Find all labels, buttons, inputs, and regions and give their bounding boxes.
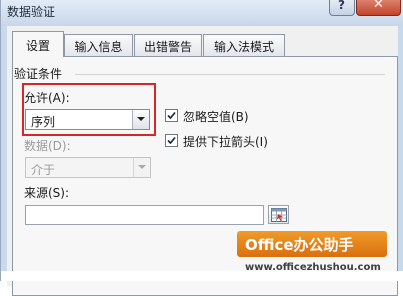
data-dropdown-value: 介于: [31, 163, 56, 177]
close-icon: ✕: [373, 0, 384, 12]
highlight-annotation-box: [22, 83, 156, 136]
in-cell-dropdown-label: 提供下拉箭头(I): [183, 135, 268, 149]
tab-input-message[interactable]: 输入信息: [64, 34, 133, 56]
data-dropdown-arrow[interactable]: [133, 158, 150, 177]
watermark-badge: Office办公助手: [237, 231, 387, 257]
validation-criteria-heading: 验证条件: [14, 67, 63, 81]
checkmark-icon: [167, 136, 176, 145]
in-cell-dropdown-checkbox[interactable]: [165, 134, 178, 147]
section-divider: [75, 74, 385, 75]
ignore-blank-label: 忽略空值(B): [183, 110, 249, 124]
range-select-icon: [271, 208, 287, 222]
help-button[interactable]: ?: [329, 0, 355, 16]
source-input[interactable]: [25, 205, 264, 225]
data-validation-dialog: 数据验证 ? ✕ 设置 输入信息 出错警告 输入法模式 验证条件 允许(A): …: [0, 0, 403, 296]
range-picker-button[interactable]: [268, 205, 289, 224]
close-button[interactable]: ✕: [356, 0, 401, 16]
title-bar[interactable]: 数据验证 ? ✕: [1, 0, 403, 26]
watermark-title: Office办公助手: [245, 236, 354, 254]
window-title: 数据验证: [7, 5, 56, 19]
help-icon: ?: [338, 0, 345, 12]
tab-ime-mode[interactable]: 输入法模式: [203, 34, 285, 56]
ignore-blank-checkbox[interactable]: [165, 109, 178, 122]
tab-settings[interactable]: 设置: [12, 31, 64, 57]
checkmark-icon: [167, 111, 176, 120]
source-label: 来源(S):: [24, 186, 70, 200]
tab-error-alert[interactable]: 出错警告: [134, 34, 202, 56]
chevron-down-icon: [138, 165, 146, 169]
data-dropdown[interactable]: 介于: [25, 157, 151, 178]
data-label: 数据(D):: [24, 139, 71, 153]
watermark-url: www.officezhushou.com: [245, 262, 381, 273]
